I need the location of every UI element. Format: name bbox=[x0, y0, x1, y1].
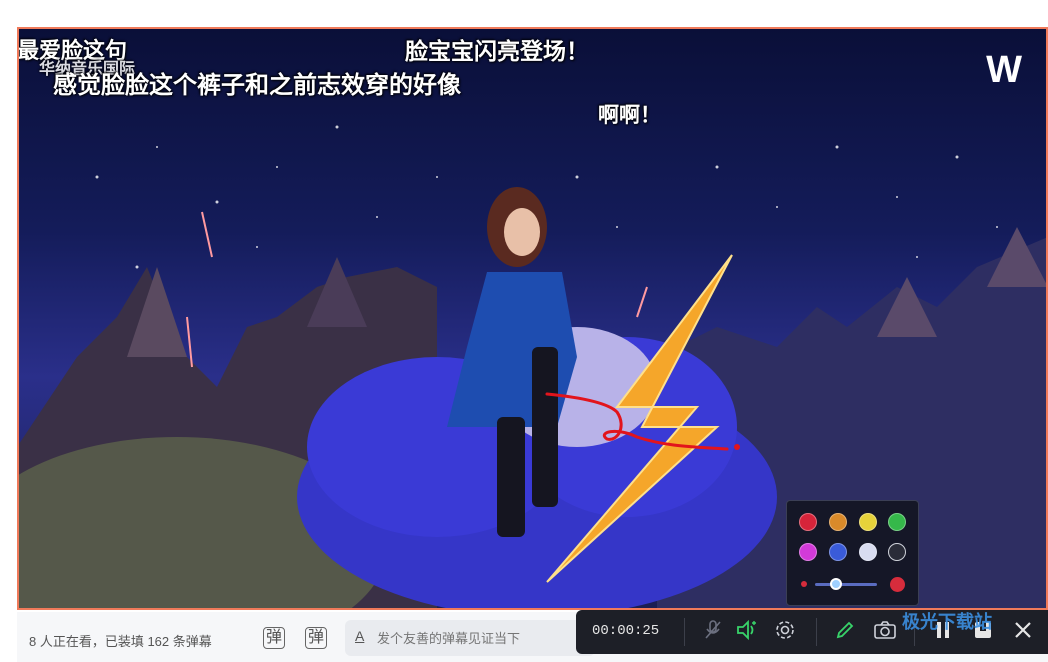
color-swatch-orange[interactable] bbox=[829, 513, 847, 531]
danmaku-comment: 感觉脸脸这个裤子和之前志效穿的好像 bbox=[53, 71, 461, 99]
danmaku-comment: 脸宝宝闪亮登场！ bbox=[405, 39, 589, 65]
danmaku-input[interactable] bbox=[377, 620, 587, 656]
color-swatch-black[interactable] bbox=[888, 543, 906, 561]
danmaku-comment: 啊啊！ bbox=[598, 103, 661, 127]
danmaku-settings-icon[interactable]: 弹 bbox=[305, 627, 327, 649]
warner-logo: W bbox=[986, 49, 1022, 91]
brush-size-max-icon bbox=[890, 577, 905, 592]
recording-timer: 00:00:25 bbox=[592, 623, 660, 639]
color-swatch-magenta[interactable] bbox=[799, 543, 817, 561]
toolbar-divider bbox=[684, 618, 685, 646]
brush-size-slider[interactable] bbox=[815, 583, 877, 586]
color-swatch-blue[interactable] bbox=[829, 543, 847, 561]
color-swatch-white[interactable] bbox=[859, 543, 877, 561]
danmaku-toggle-icon[interactable]: 弹 bbox=[263, 627, 285, 649]
close-icon[interactable] bbox=[1010, 619, 1036, 645]
brush-size-handle[interactable] bbox=[830, 578, 842, 590]
toolbar-divider bbox=[816, 618, 817, 646]
brush-size-min-icon bbox=[801, 581, 807, 587]
text-style-icon[interactable]: A bbox=[355, 628, 364, 644]
site-watermark: 极光下载站 bbox=[902, 612, 992, 633]
camera-icon[interactable] bbox=[872, 619, 898, 645]
mic-muted-icon[interactable] bbox=[700, 619, 726, 645]
gear-icon[interactable] bbox=[772, 619, 798, 645]
drawing-palette bbox=[786, 500, 919, 606]
recording-screen: 最爱脸这句 华纳音乐国际 感觉脸脸这个裤子和之前志效穿的好像 脸宝宝闪亮登场！ … bbox=[0, 0, 1048, 662]
color-swatch-green[interactable] bbox=[888, 513, 906, 531]
color-swatch-red[interactable] bbox=[799, 513, 817, 531]
color-swatch-yellow[interactable] bbox=[859, 513, 877, 531]
pen-icon[interactable] bbox=[832, 619, 858, 645]
danmaku-input-box: A bbox=[345, 620, 595, 656]
speaker-icon[interactable] bbox=[734, 619, 760, 645]
viewer-count: 8 人正在看，已装填 162 条弹幕 bbox=[29, 634, 212, 649]
